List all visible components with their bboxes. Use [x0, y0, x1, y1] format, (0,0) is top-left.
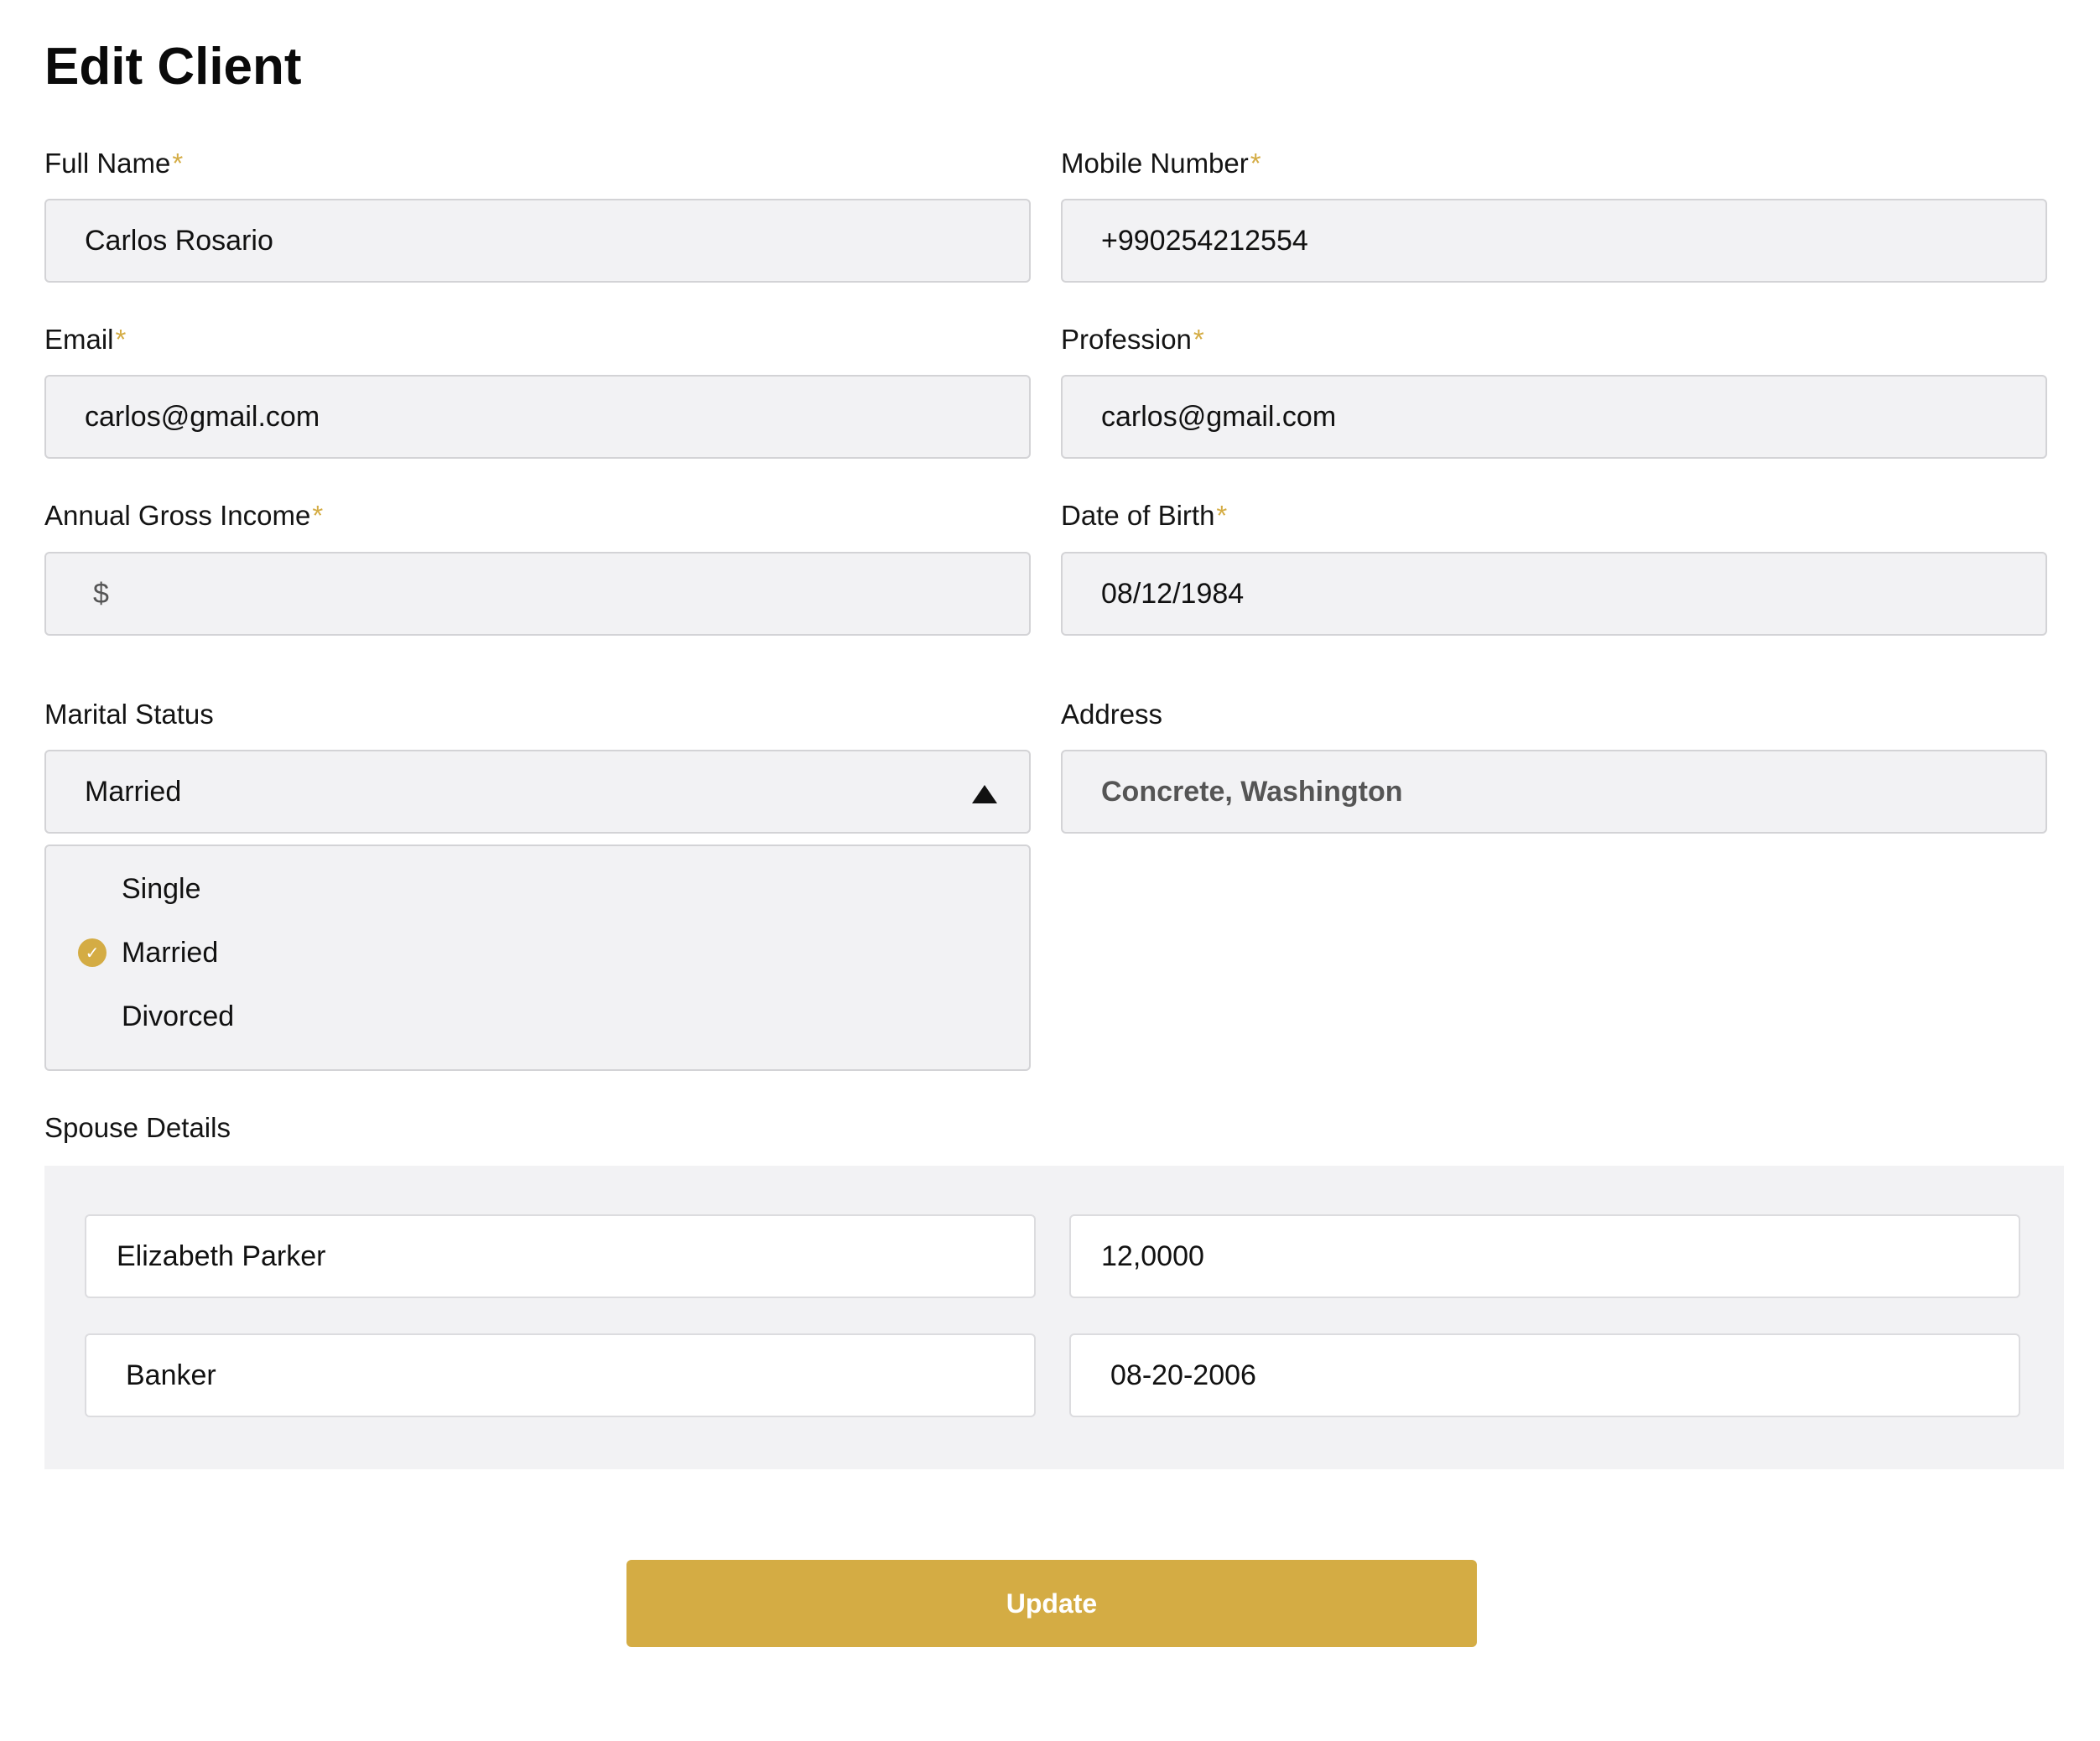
- check-circle-icon: ✓: [78, 938, 107, 967]
- email-input[interactable]: carlos@gmail.com: [44, 375, 1031, 459]
- marital-status-select[interactable]: Married: [44, 750, 1031, 834]
- profession-input[interactable]: carlos@gmail.com: [1061, 375, 2047, 459]
- full-name-label-text: Full Name: [44, 148, 171, 179]
- mobile-number-input[interactable]: +990254212554: [1061, 199, 2047, 283]
- email-label-text: Email: [44, 324, 114, 355]
- full-name-label: Full Name*: [44, 148, 183, 179]
- profession-label-text: Profession: [1061, 324, 1192, 355]
- marital-status-label: Marital Status: [44, 699, 214, 730]
- required-marker: *: [1216, 500, 1228, 531]
- annual-gross-income-label-text: Annual Gross Income: [44, 500, 311, 531]
- date-of-birth-value: 08/12/1984: [1101, 577, 1245, 610]
- required-marker: *: [1250, 148, 1261, 179]
- required-marker: *: [1193, 324, 1204, 355]
- date-of-birth-label: Date of Birth*: [1061, 500, 1227, 532]
- full-name-input[interactable]: Carlos Rosario: [44, 199, 1031, 283]
- edit-client-page: Edit Client Full Name* Carlos Rosario Mo…: [0, 0, 2100, 1741]
- spouse-profession-value: Banker: [126, 1359, 216, 1391]
- profession-label: Profession*: [1061, 324, 1204, 356]
- spouse-income-value: 12,0000: [1101, 1239, 1204, 1272]
- option-married[interactable]: Married: [122, 937, 218, 969]
- mobile-number-label-text: Mobile Number: [1061, 148, 1249, 179]
- spouse-profession-input[interactable]: Banker: [85, 1333, 1036, 1417]
- address-value: Concrete, Washington: [1101, 775, 1403, 808]
- option-divorced[interactable]: Divorced: [122, 1000, 234, 1033]
- annual-gross-income-input[interactable]: $: [44, 552, 1031, 636]
- spouse-details-panel: Elizabeth Parker 12,0000 Banker 08-20-20…: [44, 1166, 2064, 1469]
- spouse-name-input[interactable]: Elizabeth Parker: [85, 1214, 1036, 1298]
- spouse-name-value: Elizabeth Parker: [117, 1239, 326, 1272]
- email-value: carlos@gmail.com: [85, 400, 320, 433]
- spouse-dob-input[interactable]: 08-20-2006: [1069, 1333, 2020, 1417]
- option-single[interactable]: Single: [122, 873, 201, 906]
- address-label: Address: [1061, 699, 1163, 730]
- required-marker: *: [312, 500, 324, 531]
- profession-value: carlos@gmail.com: [1101, 400, 1337, 433]
- page-title: Edit Client: [44, 38, 302, 96]
- email-label: Email*: [44, 324, 126, 356]
- annual-gross-income-label: Annual Gross Income*: [44, 500, 323, 532]
- marital-status-dropdown: Single ✓ Married Divorced: [44, 845, 1031, 1071]
- required-marker: *: [172, 148, 184, 179]
- required-marker: *: [115, 324, 127, 355]
- spouse-details-label: Spouse Details: [44, 1112, 231, 1143]
- date-of-birth-input[interactable]: 08/12/1984: [1061, 552, 2047, 636]
- caret-up-icon[interactable]: [972, 785, 997, 803]
- spouse-dob-value: 08-20-2006: [1110, 1359, 1256, 1391]
- marital-status-value: Married: [85, 775, 182, 808]
- mobile-number-value: +990254212554: [1101, 224, 1308, 257]
- currency-prefix: $: [93, 577, 109, 610]
- full-name-value: Carlos Rosario: [85, 224, 273, 257]
- update-button[interactable]: Update: [626, 1560, 1477, 1647]
- mobile-number-label: Mobile Number*: [1061, 148, 1261, 179]
- date-of-birth-label-text: Date of Birth: [1061, 500, 1215, 531]
- address-input[interactable]: Concrete, Washington: [1061, 750, 2047, 834]
- spouse-income-input[interactable]: 12,0000: [1069, 1214, 2020, 1298]
